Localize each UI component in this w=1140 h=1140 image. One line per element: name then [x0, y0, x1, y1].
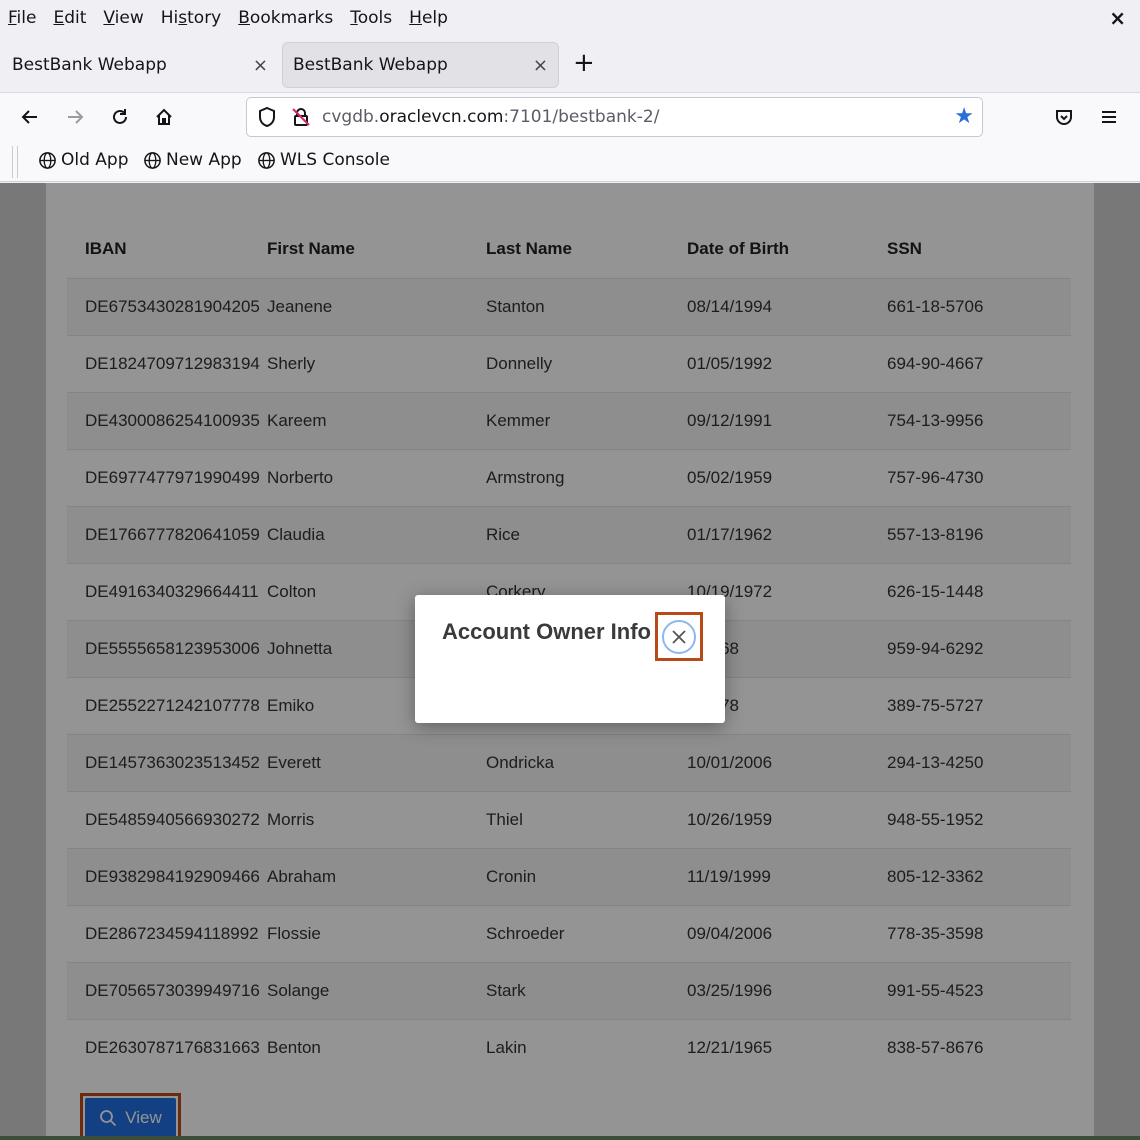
- menu-history[interactable]: History: [153, 8, 231, 28]
- globe-icon: [258, 151, 275, 169]
- url-text: cvgdb.oraclevcn.com:7101/bestbank-2/: [322, 107, 660, 127]
- tab-bar: BestBank Webapp × BestBank Webapp × +: [0, 38, 1140, 92]
- tab-close-icon[interactable]: ×: [253, 55, 268, 76]
- dialog-close-button[interactable]: [662, 620, 696, 654]
- menu-file[interactable]: File: [0, 8, 45, 28]
- home-icon[interactable]: [149, 102, 179, 132]
- hamburger-menu-icon[interactable]: [1094, 102, 1124, 132]
- bookmark-old-app[interactable]: Old App: [38, 150, 129, 170]
- new-tab-plus-icon[interactable]: +: [573, 48, 595, 78]
- tab-label: BestBank Webapp: [12, 55, 167, 75]
- pocket-icon[interactable]: [1049, 102, 1079, 132]
- shield-icon[interactable]: [257, 106, 277, 133]
- globe-icon: [39, 151, 56, 169]
- url-bar[interactable]: cvgdb.oraclevcn.com:7101/bestbank-2/ ★: [246, 97, 983, 137]
- menu-bookmarks[interactable]: Bookmarks: [230, 8, 342, 28]
- bookmark-wls-console[interactable]: WLS Console: [257, 150, 390, 170]
- menu-tools[interactable]: Tools: [342, 8, 401, 28]
- dialog-title: Account Owner Info: [442, 619, 651, 644]
- bookmarks-toolbar: Old App New App WLS Console: [0, 142, 1140, 182]
- navigation-bar: cvgdb.oraclevcn.com:7101/bestbank-2/ ★: [0, 92, 1140, 142]
- menu-bar: File Edit View History Bookmarks Tools H…: [0, 0, 1140, 36]
- menu-view[interactable]: View: [95, 8, 152, 28]
- account-owner-info-dialog: Account Owner Info: [415, 595, 725, 723]
- close-button-highlight: [655, 612, 703, 661]
- menu-edit[interactable]: Edit: [45, 8, 95, 28]
- menu-help[interactable]: Help: [401, 8, 457, 28]
- window-close-icon[interactable]: ×: [1109, 6, 1126, 30]
- tab-label: BestBank Webapp: [293, 55, 448, 75]
- desktop-strip: [0, 1136, 1140, 1140]
- bookmark-star-icon[interactable]: ★: [954, 104, 974, 129]
- toolbar-separator: [12, 146, 18, 178]
- tab-bestbank-2-active[interactable]: BestBank Webapp ×: [282, 42, 559, 88]
- web-page: IBAN First Name Last Name Date of Birth …: [0, 183, 1140, 1140]
- tab-close-icon[interactable]: ×: [533, 55, 548, 76]
- insecure-lock-icon[interactable]: [290, 106, 312, 133]
- globe-icon: [144, 151, 161, 169]
- tab-bestbank-1[interactable]: BestBank Webapp ×: [0, 42, 278, 88]
- bookmark-new-app[interactable]: New App: [143, 150, 242, 170]
- back-arrow-icon[interactable]: [15, 102, 45, 132]
- forward-arrow-icon[interactable]: [60, 102, 90, 132]
- close-icon: [672, 630, 686, 644]
- reload-icon[interactable]: [105, 102, 135, 132]
